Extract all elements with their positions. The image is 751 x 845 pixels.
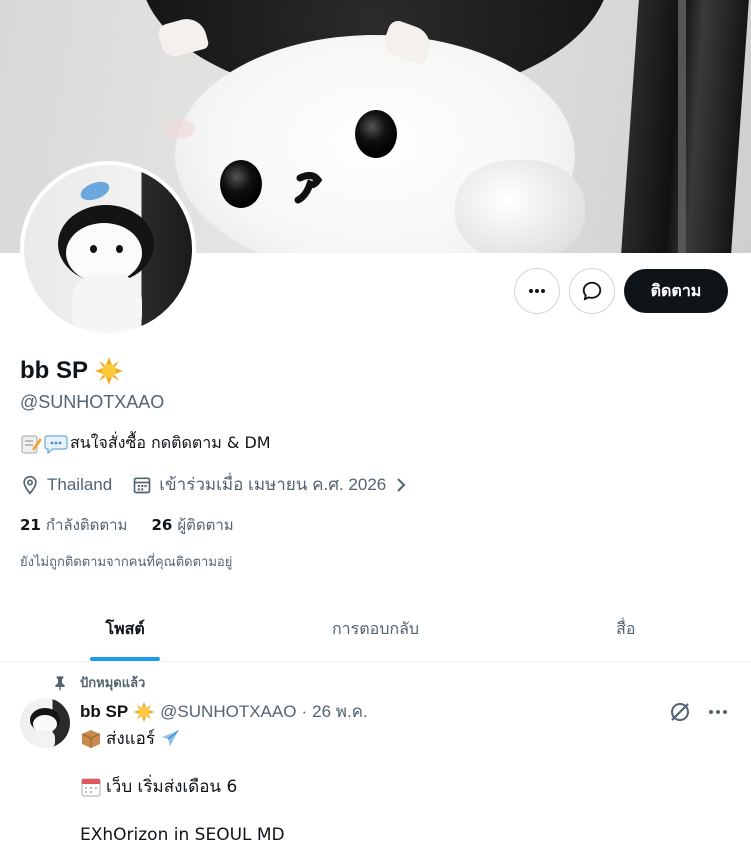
post-date[interactable]: 26 พ.ค. <box>312 698 368 725</box>
join-date-text: เข้าร่วมเมื่อ เมษายน ค.ศ. 2026 <box>159 475 387 494</box>
post-header: bb SP @SUNHOTXAAO · 26 พ.ค. <box>80 698 368 725</box>
tab-posts-label: โพสต์ <box>105 619 145 638</box>
join-date[interactable]: เข้าร่วมเมื่อ เมษายน ค.ศ. 2026 <box>132 471 409 498</box>
post-line: ส่งแอร์ <box>80 727 285 751</box>
location-text: Thailand <box>47 474 113 494</box>
post-line: เว็บ เริ่มส่งเดือน 6 <box>80 775 285 799</box>
tab-replies[interactable]: การตอบกลับ <box>250 598 500 661</box>
sun-emoji-icon <box>95 357 124 385</box>
calendar-emoji-icon <box>81 778 101 797</box>
post-separator: · <box>301 701 308 721</box>
tab-replies-label: การตอบกลับ <box>331 619 420 638</box>
chevron-right-icon <box>397 477 406 492</box>
follow-button[interactable]: ติดตาม <box>624 269 728 313</box>
tab-active-indicator <box>90 657 161 661</box>
post-author-handle[interactable]: @SUNHOTXAAO <box>160 702 296 722</box>
banner-plush-paw <box>455 160 585 253</box>
followed-by-note: ยังไม่ถูกติดตามจากคนที่คุณติดตามอยู่ <box>20 555 233 570</box>
pin-icon <box>55 675 65 690</box>
avatar-eye-right <box>116 245 123 253</box>
post-line-text: EXhOrizon in SEOUL MD <box>80 825 285 845</box>
message-icon <box>582 281 602 301</box>
post-actions <box>668 700 730 724</box>
banner-frame-edge <box>678 0 686 253</box>
banner-nose <box>294 171 323 204</box>
avatar-plush-body <box>72 273 142 333</box>
package-icon <box>81 730 101 748</box>
post-line-text: เว็บ เริ่มส่งเดือน 6 <box>106 777 238 797</box>
avatar-image <box>24 165 192 333</box>
bio-text: สนใจสั่งซื้อ กดติดตาม & DM <box>70 433 271 452</box>
post-more-icon[interactable] <box>706 700 730 724</box>
location-pin-icon <box>23 475 37 495</box>
tab-media-label: สื่อ <box>616 619 636 638</box>
banner-blush <box>165 120 195 138</box>
banner-eye-left <box>220 160 262 208</box>
follow-counts: 21 กำลังติดตาม 26 ผู้ติดตาม <box>20 513 258 537</box>
more-button[interactable] <box>514 268 560 314</box>
followers-label: ผู้ติดตาม <box>177 516 234 534</box>
following-count: 21 <box>20 516 41 534</box>
sun-emoji-icon <box>133 701 155 722</box>
post-body: ส่งแอร์ เว็บ เริ่มส่งเดือน 6 EXhOrizon i… <box>80 727 285 845</box>
message-button[interactable] <box>569 268 615 314</box>
profile-bio: สนใจสั่งซื้อ กดติดตาม & DM <box>20 431 271 456</box>
name-row: bb SP <box>20 356 124 386</box>
pinned-label: ปักหมุดแล้ว <box>80 676 146 691</box>
avatar-eye-left <box>90 245 97 253</box>
post-avatar[interactable] <box>20 698 70 748</box>
post-avatar-plush-body <box>35 730 55 748</box>
grok-icon[interactable] <box>668 700 692 724</box>
display-name: bb SP <box>20 357 89 384</box>
profile-handle: @SUNHOTXAAO <box>20 392 165 412</box>
following-link[interactable]: 21 กำลังติดตาม <box>20 513 127 537</box>
post-line-text: ส่งแอร์ <box>106 729 155 749</box>
followers-count: 26 <box>151 516 173 534</box>
profile-avatar[interactable] <box>20 161 196 337</box>
followers-link[interactable]: 26 ผู้ติดตาม <box>151 513 233 537</box>
banner-eye-right <box>355 110 397 158</box>
memo-icon <box>21 435 42 453</box>
following-label: กำลังติดตาม <box>45 516 128 534</box>
pinned-indicator: ปักหมุดแล้ว <box>52 672 145 693</box>
airplane-icon <box>161 730 179 747</box>
location: Thailand <box>20 475 112 495</box>
post-author-name[interactable]: bb SP <box>80 702 128 722</box>
profile-meta: Thailand เข้าร่วมเมื่อ เมษายน ค.ศ. 2026 <box>20 471 429 498</box>
avatar-plush-bow <box>78 178 112 204</box>
tab-posts[interactable]: โพสต์ <box>0 598 250 661</box>
calendar-icon <box>133 477 151 493</box>
profile-tabs: โพสต์ การตอบกลับ สื่อ <box>0 598 751 662</box>
post-line: EXhOrizon in SEOUL MD <box>80 823 285 845</box>
more-icon <box>529 289 545 293</box>
tab-media[interactable]: สื่อ <box>501 598 751 661</box>
speech-bubble-icon <box>44 434 68 454</box>
